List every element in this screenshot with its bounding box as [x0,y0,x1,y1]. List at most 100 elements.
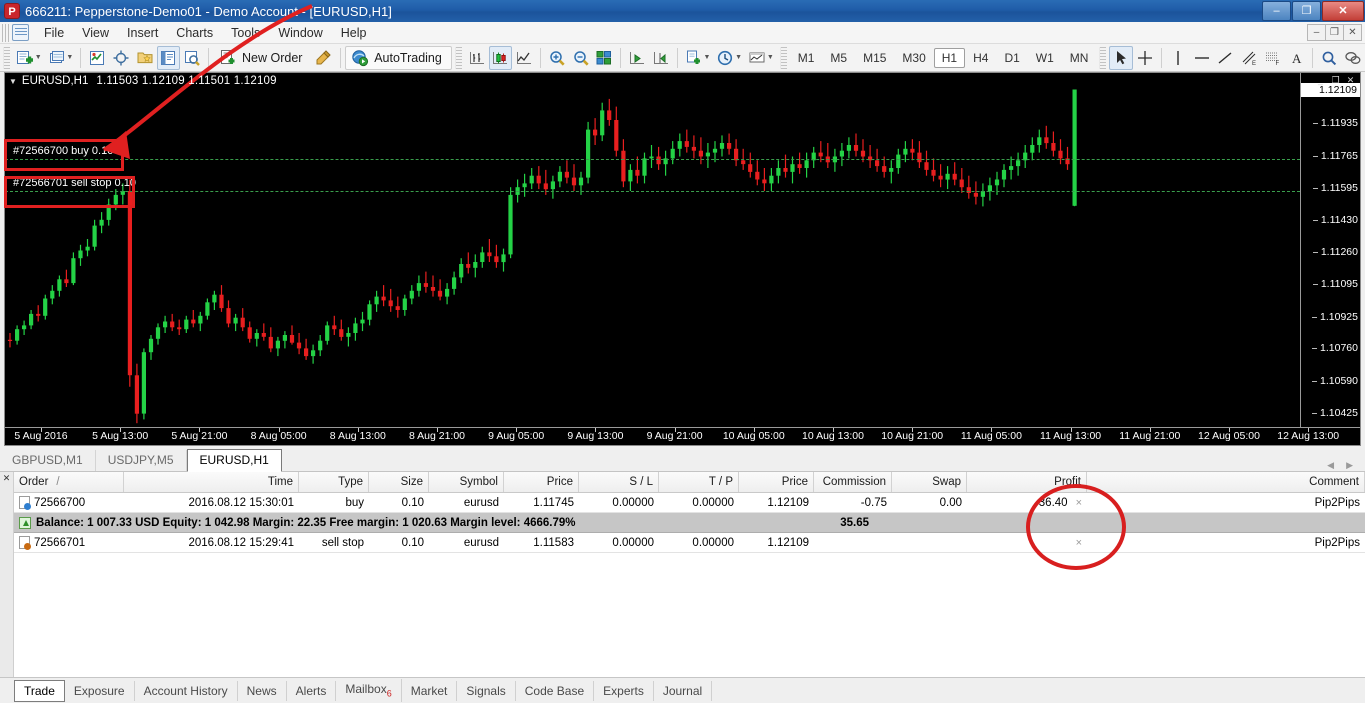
timeframe-d1[interactable]: D1 [996,48,1027,68]
navigator-folder-icon[interactable] [133,46,157,70]
col-header-time[interactable]: Time [124,472,299,492]
chart-tab-next-icon[interactable]: ▶ [1340,460,1359,471]
text-tool-icon[interactable]: A [1285,46,1309,70]
chart-plot-area[interactable]: #72566700 buy 0.10 #72566701 sell stop 0… [5,73,1300,427]
menu-item-help[interactable]: Help [332,24,376,42]
fibonacci-icon[interactable]: F [1261,46,1285,70]
timeframe-m15[interactable]: M15 [855,48,894,68]
terminal-tab-account-history[interactable]: Account History [135,680,238,701]
timeframe-w1[interactable]: W1 [1028,48,1062,68]
chart-tab-prev-icon[interactable]: ◀ [1321,460,1340,471]
metaeditor-icon[interactable] [312,46,336,70]
horizontal-line-icon[interactable] [1190,46,1214,70]
close-button[interactable]: ✕ [1322,1,1364,21]
minimize-button[interactable]: – [1262,1,1291,21]
candlestick-chart-icon[interactable] [488,45,513,70]
col-header-price-open[interactable]: Price [504,472,579,492]
menu-item-insert[interactable]: Insert [118,24,167,42]
col-header-sl[interactable]: S / L [579,472,659,492]
trendline-icon[interactable] [1213,46,1237,70]
toolbar-grip-linestudies[interactable] [1099,46,1107,69]
vertical-line-icon[interactable] [1166,46,1190,70]
mdi-restore-button[interactable]: ❐ [1325,24,1344,41]
toolbar-grip-periods[interactable] [779,46,787,69]
mdi-minimize-button[interactable]: – [1307,24,1326,41]
menu-grip-handle[interactable] [2,23,10,42]
autotrading-button[interactable]: AutoTrading [345,45,452,70]
market-watch-icon[interactable] [85,46,109,70]
indicators-icon[interactable] [682,46,706,70]
terminal-tab-journal[interactable]: Journal [654,680,713,701]
crosshair-icon[interactable] [1133,46,1157,70]
terminal-close-icon[interactable]: ✕ [0,472,13,484]
bar-chart-icon[interactable] [465,46,489,70]
new-chart-icon[interactable] [13,46,37,70]
col-header-commission[interactable]: Commission [814,472,892,492]
timeframe-mn[interactable]: MN [1062,48,1097,68]
col-header-price-current[interactable]: Price [739,472,814,492]
toolbar-grip-standard[interactable] [3,46,10,69]
restore-button[interactable]: ❐ [1292,1,1321,21]
auto-scroll-icon[interactable] [625,46,649,70]
zoom-in-icon[interactable] [545,46,569,70]
period-clock-icon[interactable] [713,46,737,70]
time-tick: 8 Aug 05:00 [250,430,307,442]
templates-icon[interactable] [745,46,769,70]
timeframe-h4[interactable]: H4 [965,48,996,68]
table-row[interactable]: 72566700 2016.08.12 15:30:01 buy 0.10 eu… [14,493,1365,513]
toolbar-grip-charts[interactable] [454,46,462,69]
terminal-tab-exposure[interactable]: Exposure [65,680,135,701]
timeframe-h1[interactable]: H1 [933,47,966,68]
cursor-icon[interactable] [1109,45,1134,70]
tile-windows-icon[interactable] [593,46,617,70]
menu-item-window[interactable]: Window [269,24,331,42]
col-header-type[interactable]: Type [299,472,369,492]
magnifier-icon[interactable] [1317,46,1341,70]
chart-tab-eurusd-h1[interactable]: EURUSD,H1 [186,449,282,472]
chart-tab-gbpusd-m1[interactable]: GBPUSD,M1 [0,450,96,471]
terminal-tab-alerts[interactable]: Alerts [287,680,337,701]
terminal-tab-experts[interactable]: Experts [594,680,654,701]
col-header-size[interactable]: Size [369,472,429,492]
time-axis[interactable]: 5 Aug 2016 5 Aug 13:00 5 Aug 21:00 8 Aug 05… [5,427,1360,445]
col-header-tp[interactable]: T / P [659,472,739,492]
terminal-tab-signals[interactable]: Signals [457,680,516,701]
terminal-tab-mailbox[interactable]: Mailbox6 [336,679,402,702]
chart-shift-icon[interactable] [649,46,673,70]
line-chart-icon[interactable] [512,46,536,70]
equidistant-channel-icon[interactable]: E [1237,46,1261,70]
strategy-tester-icon[interactable] [180,46,204,70]
zoom-out-icon[interactable] [569,46,593,70]
col-header-swap[interactable]: Swap [892,472,967,492]
terminal-tab-trade[interactable]: Trade [14,679,65,702]
profiles-icon[interactable] [45,46,69,70]
terminal-tab-code-base[interactable]: Code Base [516,680,595,701]
terminal-tab-news[interactable]: News [238,680,287,701]
annotation-circle-profit [1026,484,1126,570]
chart-window[interactable]: ▼ EURUSD,H1 1.11503 1.12109 1.11501 1.12… [4,72,1361,446]
menu-item-tools[interactable]: Tools [222,24,269,42]
col-header-comment[interactable]: Comment [1087,472,1365,492]
mdi-close-button[interactable]: ✕ [1343,24,1362,41]
timeframe-m5[interactable]: M5 [822,48,855,68]
timeframe-m30[interactable]: M30 [894,48,933,68]
menu-item-file[interactable]: File [35,24,73,42]
terminal-panel-icon[interactable] [156,45,181,70]
menu-item-charts[interactable]: Charts [167,24,222,42]
crosshair-navigator-icon[interactable] [109,46,133,70]
annotation-box-buy-order [4,139,124,171]
new-order-button[interactable]: New Order [213,46,312,70]
chat-icon[interactable] [1341,46,1365,70]
col-header-symbol[interactable]: Symbol [429,472,504,492]
terminal-tab-market[interactable]: Market [402,680,458,701]
timeframe-m1[interactable]: M1 [790,48,823,68]
chart-tab-usdjpy-m5[interactable]: USDJPY,M5 [96,450,187,471]
chart-restore-button[interactable]: ❐ [1328,74,1343,87]
price-axis[interactable]: 1.121091.119351.117651.115951.114301.112… [1300,73,1360,427]
table-row[interactable]: 72566701 2016.08.12 15:29:41 sell stop 0… [14,533,1365,553]
col-header-order[interactable]: Order / [14,472,124,492]
chart-minimize-button[interactable]: _ [1313,74,1328,87]
chart-close-button[interactable]: ✕ [1343,74,1358,87]
chart-menu-caret-icon[interactable]: ▼ [9,77,17,86]
menu-item-view[interactable]: View [73,24,118,42]
